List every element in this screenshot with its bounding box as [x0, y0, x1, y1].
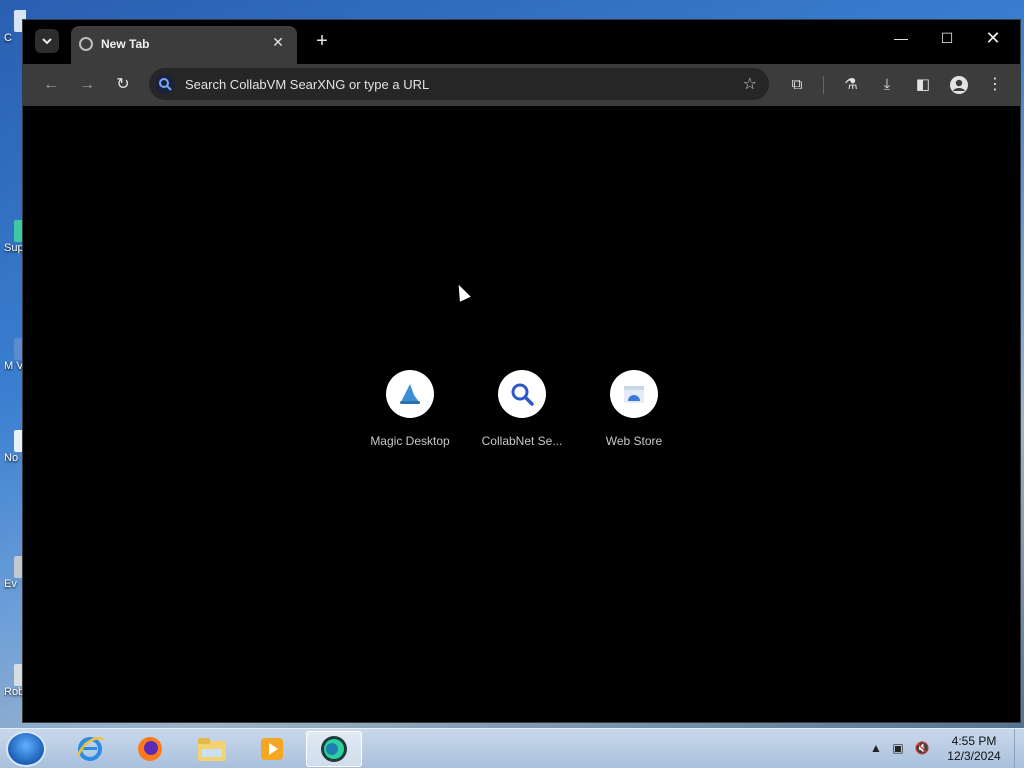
- desktop-icon-label: Ev: [4, 578, 17, 590]
- globe-icon: [79, 37, 93, 51]
- shortcut-tile[interactable]: CollabNet Se...: [467, 370, 577, 448]
- bookmark-star-icon[interactable]: ☆: [743, 74, 757, 94]
- show-desktop-button[interactable]: [1014, 729, 1024, 768]
- firefox-icon[interactable]: [122, 731, 178, 767]
- profile-avatar-icon[interactable]: [949, 75, 969, 95]
- wizard-hat-icon: [386, 370, 434, 418]
- shortcut-tile[interactable]: Web Store: [579, 370, 689, 448]
- start-button[interactable]: [6, 731, 46, 767]
- close-window-button[interactable]: ✕: [981, 28, 1005, 49]
- maximize-button[interactable]: ☐: [935, 30, 959, 47]
- tab-close-icon[interactable]: ✕: [269, 34, 287, 51]
- shortcut-label: CollabNet Se...: [481, 434, 563, 448]
- tab-new-tab[interactable]: New Tab ✕: [71, 26, 297, 64]
- clock[interactable]: 4:55 PM 12/3/2024: [944, 734, 1004, 764]
- desktop-icon-label: No: [4, 452, 19, 464]
- network-icon[interactable]: ▣: [890, 741, 906, 757]
- volume-muted-icon[interactable]: 🔇: [914, 741, 930, 757]
- labs-flask-icon[interactable]: ⚗: [841, 75, 861, 95]
- search-icon: [155, 74, 175, 94]
- side-panel-icon[interactable]: ◧: [913, 75, 933, 95]
- back-button[interactable]: ←: [39, 74, 63, 96]
- desktop-icon-label: Sup: [4, 242, 24, 254]
- download-icon[interactable]: ⤓: [877, 75, 897, 95]
- toolbar: ← → ↻ Search CollabVM SearXNG or type a …: [23, 64, 1020, 106]
- menu-kebab-icon[interactable]: ⋮: [985, 75, 1005, 95]
- desktop-icon-label: C: [4, 32, 12, 44]
- toolbar-divider: [823, 76, 824, 94]
- magnifier-icon: [498, 370, 546, 418]
- reload-button[interactable]: ↻: [111, 74, 135, 96]
- tray-expand-icon[interactable]: ▲: [868, 741, 884, 757]
- clock-date: 12/3/2024: [947, 749, 1001, 763]
- tab-title: New Tab: [101, 37, 150, 51]
- minimize-button[interactable]: —: [889, 30, 913, 46]
- forward-button[interactable]: →: [75, 74, 99, 96]
- media-player-icon[interactable]: [244, 731, 300, 767]
- new-tab-button[interactable]: +: [311, 30, 333, 52]
- taskbar: ▲ ▣ 🔇 4:55 PM 12/3/2024: [0, 728, 1024, 768]
- shortcut-label: Web Store: [605, 434, 663, 448]
- title-bar: New Tab ✕ + — ☐ ✕: [23, 20, 1020, 64]
- shortcut-tile[interactable]: Magic Desktop: [355, 370, 465, 448]
- internet-explorer-icon[interactable]: [62, 731, 118, 767]
- clock-time: 4:55 PM: [951, 734, 997, 748]
- new-tab-page: Magic Desktop CollabNet Se... Web Store: [23, 106, 1020, 722]
- extensions-icon[interactable]: ⧉: [787, 75, 807, 95]
- tab-search-button[interactable]: [35, 29, 59, 53]
- web-store-icon: [610, 370, 658, 418]
- address-bar[interactable]: Search CollabVM SearXNG or type a URL ☆: [149, 68, 769, 100]
- browser-window: New Tab ✕ + — ☐ ✕ ← → ↻ Search CollabVM …: [22, 19, 1021, 723]
- chevron-down-icon: [42, 38, 52, 45]
- shortcut-label: Magic Desktop: [370, 434, 450, 448]
- address-placeholder: Search CollabVM SearXNG or type a URL: [185, 77, 430, 92]
- file-explorer-icon[interactable]: [184, 731, 240, 767]
- browser-taskbar-icon[interactable]: [306, 731, 362, 767]
